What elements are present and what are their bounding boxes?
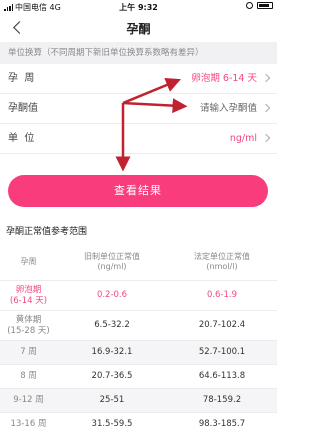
row-old: 20.7-36.5 [91, 371, 133, 382]
row-week: 黄体期 (15-28 天) [7, 314, 50, 336]
gestation-week-label: 孕 周 [8, 73, 35, 84]
row-week: 7 周 [20, 347, 37, 358]
row-new: 64.6-113.8 [198, 371, 246, 382]
row-old: 0.2-0.6 [96, 290, 128, 301]
gestation-week-value: 卵泡期 6-14 天 [191, 73, 257, 84]
row-old: 25-51 [99, 395, 125, 406]
gestation-week-row[interactable]: 孕 周 卵泡期 6-14 天 [0, 64, 277, 94]
unit-row[interactable]: 单 位 ng/ml [0, 124, 277, 154]
chevron-right-icon [261, 73, 271, 83]
table-row: 8 周 20.7-36.5 64.6-113.8 [0, 365, 277, 389]
table-row: 卵泡期 (6-14 天) 0.2-0.6 0.6-1.9 [0, 281, 277, 311]
reference-title: 孕酮正常值参考范围 [6, 227, 88, 237]
chevron-right-icon [261, 103, 271, 113]
status-bar: 中国电信 4G 上午 9:32 [0, 0, 277, 14]
status-icons [246, 2, 273, 9]
progesterone-value-row[interactable]: 孕酮值 请输入孕酮值 [0, 94, 277, 124]
table-row: 9-12 周 25-51 78-159.2 [0, 389, 277, 413]
row-old: 16.9-32.1 [91, 347, 133, 358]
header-old-unit: 旧制单位正常值 (ng/ml) [84, 251, 140, 271]
reference-table: 孕周 旧制单位正常值 (ng/ml) 法定单位正常值 (nmol/l) 卵泡期 … [0, 243, 277, 432]
progesterone-value-label: 孕酮值 [8, 103, 38, 114]
row-week: 8 周 [20, 371, 37, 382]
header-week: 孕周 [20, 256, 37, 266]
table-row: 7 周 16.9-32.1 52.7-100.1 [0, 341, 277, 365]
alarm-icon [246, 2, 253, 9]
table-header: 孕周 旧制单位正常值 (ng/ml) 法定单位正常值 (nmol/l) [0, 243, 277, 281]
unit-conversion-note: 单位换算（不同周期下新旧单位换算系数略有差异） [0, 42, 277, 64]
row-old: 31.5-59.5 [91, 419, 133, 430]
battery-icon [257, 2, 273, 9]
unit-value: ng/ml [229, 133, 257, 144]
row-week: 13-16 周 [10, 419, 47, 430]
row-new: 98.3-185.7 [198, 419, 246, 430]
table-row: 黄体期 (15-28 天) 6.5-32.2 20.7-102.4 [0, 311, 277, 341]
status-time: 上午 9:32 [119, 3, 158, 12]
progesterone-value-input[interactable]: 请输入孕酮值 [200, 94, 257, 124]
page-title: 孕酮 [126, 22, 151, 36]
row-new: 0.6-1.9 [206, 290, 238, 301]
row-week: 卵泡期 (6-14 天) [9, 284, 48, 306]
unit-label: 单 位 [8, 133, 35, 144]
row-week: 9-12 周 [13, 395, 44, 406]
chevron-right-icon [261, 133, 271, 143]
table-row: 13-16 周 31.5-59.5 98.3-185.7 [0, 413, 277, 432]
row-new: 20.7-102.4 [198, 320, 246, 331]
view-result-button[interactable]: 查看结果 [8, 175, 268, 207]
header-new-unit: 法定单位正常值 (nmol/l) [194, 251, 250, 271]
row-old: 6.5-32.2 [94, 320, 130, 331]
row-new: 52.7-100.1 [198, 347, 246, 358]
nav-bar: 孕酮 [0, 14, 277, 42]
row-new: 78-159.2 [202, 395, 242, 406]
